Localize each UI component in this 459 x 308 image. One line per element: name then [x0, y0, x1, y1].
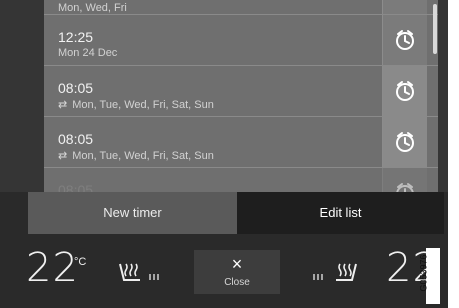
timer-toggle-button[interactable] — [382, 117, 427, 167]
timer-icon — [396, 81, 414, 101]
timer-icon — [396, 183, 414, 192]
close-label: Close — [224, 277, 250, 288]
seat-heat-icon[interactable] — [310, 260, 360, 284]
figure-code-text: G053976 — [418, 254, 429, 292]
timer-row[interactable]: 12:25 Mon 24 Dec — [44, 15, 438, 66]
timer-row[interactable]: Mon, Wed, Fri — [44, 0, 438, 15]
timer-toggle-button[interactable] — [382, 66, 427, 116]
timer-screen: Mon, Wed, Fri 12:25 Mon 24 Dec 08:05 ⇄ M… — [0, 0, 448, 308]
timer-days: Mon 24 Dec — [58, 47, 118, 59]
repeat-icon: ⇄ — [58, 150, 68, 162]
action-bar: New timer Edit list — [28, 192, 444, 234]
timer-row[interactable]: 08:05 ⇄ Mon, Tue, Wed, Fri, Sat, Sun — [44, 66, 438, 117]
seat-heat-icon[interactable] — [116, 260, 166, 284]
timer-days: Mon, Wed, Fri — [58, 2, 127, 14]
timer-toggle-button[interactable] — [382, 15, 427, 65]
list-scrollbar[interactable] — [433, 4, 437, 54]
left-temperature[interactable]: 22 — [26, 246, 79, 290]
figure-code: G053976 — [419, 248, 440, 304]
timer-days: ⇄ Mon, Tue, Wed, Fri, Sat, Sun — [58, 98, 214, 111]
timer-list: Mon, Wed, Fri 12:25 Mon 24 Dec 08:05 ⇄ M… — [44, 0, 438, 192]
timer-list-area: Mon, Wed, Fri 12:25 Mon 24 Dec 08:05 ⇄ M… — [0, 0, 448, 192]
timer-row[interactable]: 08:05 ⇄ Mon, Tue, Wed, Fri, Sat, Sun — [44, 117, 438, 168]
temperature-unit: °C — [74, 256, 87, 268]
timer-toggle-button[interactable] — [382, 168, 427, 192]
timer-row[interactable]: 08:05 — [44, 168, 438, 192]
climate-bar: 22 °C × Close 22 — [0, 234, 448, 308]
new-timer-button[interactable]: New timer — [28, 192, 237, 234]
edit-list-button[interactable]: Edit list — [237, 192, 444, 234]
timer-time: 08:05 — [58, 182, 94, 192]
timer-time: 08:05 — [58, 131, 94, 147]
timer-days: ⇄ Mon, Tue, Wed, Fri, Sat, Sun — [58, 149, 214, 162]
close-button[interactable]: × Close — [194, 250, 280, 294]
timer-time: 08:05 — [58, 80, 94, 96]
timer-days-text: Mon, Tue, Wed, Fri, Sat, Sun — [72, 99, 214, 111]
timer-time: 12:25 — [58, 29, 94, 45]
timer-icon — [396, 30, 414, 50]
timer-icon — [394, 0, 416, 1]
repeat-icon: ⇄ — [58, 99, 68, 111]
timer-icon — [396, 132, 414, 152]
close-icon: × — [231, 254, 243, 274]
timer-days-text: Mon, Tue, Wed, Fri, Sat, Sun — [72, 150, 214, 162]
timer-toggle-button[interactable] — [382, 0, 427, 14]
